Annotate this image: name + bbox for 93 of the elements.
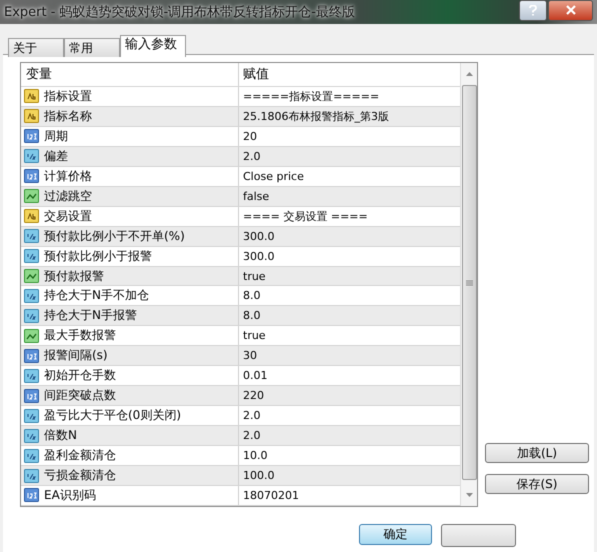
parameter-value: true <box>243 329 266 342</box>
fraction-type-icon <box>24 448 40 463</box>
table-row[interactable]: 偏差 2.0 <box>21 146 460 167</box>
parameter-name: 预付款比例小于不开单(%) <box>44 228 185 245</box>
parameter-value: 20 <box>243 130 257 143</box>
scroll-down-icon[interactable] <box>464 492 474 498</box>
table-row[interactable]: 亏损金额清仓 100.0 <box>21 466 460 486</box>
dialog-button[interactable] <box>441 524 516 547</box>
parameter-name: 初始开仓手数 <box>44 367 116 384</box>
fraction-type-icon <box>24 408 40 423</box>
parameter-name: 报警间隔(s) <box>44 347 108 364</box>
parameter-name: 预付款报警 <box>44 268 104 284</box>
parameter-value: ==== 交易设置 ==== <box>243 208 368 224</box>
scroll-thumb[interactable] <box>462 85 477 480</box>
integer-type-icon <box>24 348 40 363</box>
text-type-icon <box>24 209 40 224</box>
parameter-value: false <box>243 190 270 203</box>
fraction-type-icon <box>24 468 40 483</box>
close-icon <box>566 5 576 15</box>
table-row[interactable]: 过滤跳空 false <box>21 186 460 207</box>
table-row[interactable]: 间距突破点数 220 <box>21 386 460 406</box>
help-icon <box>529 4 537 16</box>
column-header: 赋值 <box>242 66 270 84</box>
close-button[interactable] <box>548 0 593 20</box>
integer-type-icon <box>24 129 40 144</box>
fraction-type-icon <box>24 149 40 164</box>
parameter-name: 周期 <box>44 128 68 145</box>
parameter-value: Close price <box>243 170 304 183</box>
fraction-type-icon <box>24 288 40 303</box>
parameter-value: 0.01 <box>243 369 268 382</box>
text-type-icon <box>24 89 40 104</box>
parameter-value: 100.0 <box>243 469 274 482</box>
parameter-name: 偏差 <box>44 148 68 165</box>
help-button[interactable] <box>519 0 547 20</box>
parameter-name: 过滤跳空 <box>44 188 92 205</box>
window-title: Expert - 蚂蚁趋势突破对锁-调用布林带反转指标开仓-最终版 <box>4 4 356 21</box>
parameter-value: =====指标设置===== <box>243 88 380 104</box>
fraction-type-icon <box>24 249 40 264</box>
integer-type-icon <box>24 488 40 502</box>
chart-type-icon <box>24 328 40 343</box>
column-header: 变量 <box>21 63 239 86</box>
parameter-name: 交易设置 <box>44 208 92 225</box>
parameter-value: 220 <box>243 389 264 402</box>
tab[interactable]: 常用 <box>64 38 120 57</box>
chart-type-icon <box>24 269 40 283</box>
ok-button[interactable]: 确定 <box>359 524 432 545</box>
integer-type-icon <box>24 169 40 184</box>
table-row[interactable]: 指标名称 25.1806布林报警指标_第3版 <box>21 106 460 127</box>
save-button[interactable]: 保存(S) <box>485 474 589 494</box>
text-type-icon <box>24 109 40 124</box>
fraction-type-icon <box>24 368 40 383</box>
table-row[interactable]: 报警间隔(s) 30 <box>21 346 460 366</box>
parameter-name: 计算价格 <box>44 168 92 185</box>
parameter-value: 25.1806布林报警指标_第3版 <box>243 108 389 124</box>
scrollbar[interactable] <box>460 63 477 506</box>
parameter-value: 10.0 <box>243 449 268 462</box>
parameter-name: 间距突破点数 <box>44 387 116 404</box>
tab[interactable]: 输入参数 <box>120 35 186 57</box>
fraction-type-icon <box>24 428 40 443</box>
table-row[interactable]: EA识别码 18070201 <box>21 486 460 506</box>
load-button[interactable]: 加载(L) <box>485 443 589 463</box>
parameter-value: 8.0 <box>243 309 260 322</box>
parameter-name: 盈利金额清仓 <box>44 447 116 464</box>
parameter-value: 8.0 <box>243 289 260 302</box>
parameter-name: 最大手数报警 <box>44 327 116 344</box>
table-row[interactable]: 预付款报警 true <box>21 266 460 286</box>
parameter-value: 18070201 <box>243 488 299 502</box>
parameter-value: 300.0 <box>243 230 274 243</box>
integer-type-icon <box>24 388 40 403</box>
table-row[interactable]: 倍数N 2.0 <box>21 426 460 446</box>
parameter-value: 2.0 <box>243 429 260 442</box>
fraction-type-icon <box>24 229 40 244</box>
parameter-name: EA识别码 <box>44 486 96 504</box>
parameter-name: 倍数N <box>44 427 77 444</box>
scroll-up-icon[interactable] <box>464 71 474 77</box>
table-row[interactable]: 持仓大于N手报警 8.0 <box>21 306 460 326</box>
parameter-name: 盈亏比大于平仓(0则关闭) <box>44 407 181 424</box>
parameter-name: 亏损金额清仓 <box>44 467 116 484</box>
parameter-name: 持仓大于N手报警 <box>44 307 137 324</box>
parameter-value: 2.0 <box>243 409 260 422</box>
table-row[interactable]: 预付款比例小于不开单(%) 300.0 <box>21 226 460 247</box>
parameter-value: 300.0 <box>243 250 274 263</box>
tab[interactable]: 关于 <box>8 38 64 57</box>
fraction-type-icon <box>24 308 40 323</box>
parameter-name: 持仓大于N手不加仓 <box>44 287 149 304</box>
grip-icon <box>466 280 473 286</box>
parameter-name: 指标名称 <box>44 108 92 125</box>
parameter-value: 30 <box>243 349 257 362</box>
chart-type-icon <box>24 189 40 204</box>
parameter-value: true <box>243 270 266 282</box>
parameter-value: 2.0 <box>243 150 260 163</box>
parameter-name: 指标设置 <box>44 88 92 105</box>
parameter-name: 预付款比例小于报警 <box>44 248 152 265</box>
